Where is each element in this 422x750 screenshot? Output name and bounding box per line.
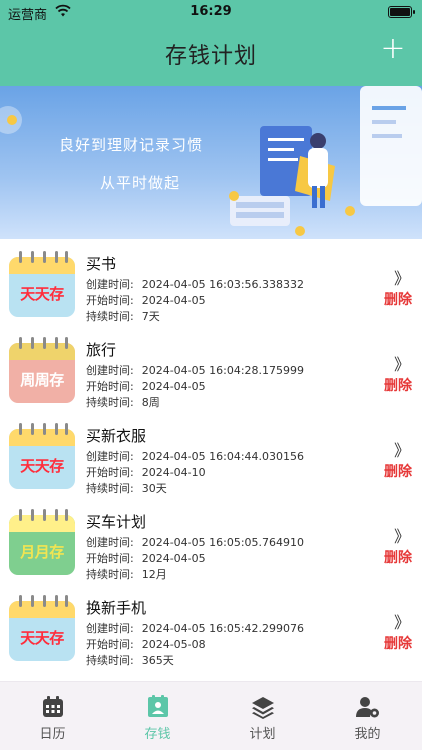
clock-label: 16:29 [190,4,232,19]
calendar-badge-icon: 天天存 [9,595,75,661]
delete-button[interactable]: 删除 [384,547,412,567]
tab-profile[interactable]: 我的 [315,682,420,750]
plan-item[interactable]: 天天存 买书 创建时间: 2024-04-05 16:03:56.338332 开… [0,245,422,331]
plan-type-label: 天天存 [20,629,64,647]
tab-savings[interactable]: 存钱 [105,682,210,750]
duration: 持续时间: 365天 [86,654,174,667]
calendar-icon [43,696,63,717]
delete-button[interactable]: 删除 [384,375,412,395]
plan-item[interactable]: 天天存 买新衣服 创建时间: 2024-04-05 16:04:44.030156… [0,417,422,503]
chevron-right-icon[interactable]: 》 [394,265,410,289]
tab-label: 我的 [354,727,381,742]
duration: 持续时间: 12月 [86,568,167,581]
created-time: 创建时间: 2024-04-05 16:04:28.175999 [86,364,305,377]
plan-name: 买书 [86,255,117,273]
created-time: 创建时间: 2024-04-05 16:03:56.338332 [86,278,305,291]
delete-button[interactable]: 删除 [384,461,412,481]
start-time: 开始时间: 2024-04-05 [86,294,206,307]
plan-name: 换新手机 [86,599,147,617]
battery-icon [388,6,415,18]
promo-banner: 良好到理财记录习惯 从平时做起 [0,86,422,239]
chevron-right-icon[interactable]: 》 [394,609,410,633]
add-plan-button[interactable]: + [380,34,406,64]
banner-slogan-1: 良好到理财记录习惯 [59,136,204,154]
calendar-badge-icon: 天天存 [9,251,75,317]
tab-label: 存钱 [144,727,171,742]
banner-illustration [0,86,422,236]
plan-name: 买新衣服 [86,427,147,445]
start-time: 开始时间: 2024-05-08 [86,638,206,651]
savings-icon [148,695,168,717]
chevron-right-icon[interactable]: 》 [394,523,410,547]
chevron-right-icon[interactable]: 》 [394,351,410,375]
plan-type-label: 周周存 [20,371,64,389]
delete-button[interactable]: 删除 [384,289,412,309]
duration: 持续时间: 7天 [86,310,160,323]
plan-name: 买车计划 [86,513,147,531]
user-settings-icon [356,697,379,718]
duration: 持续时间: 8周 [86,396,160,409]
plan-type-label: 月月存 [20,543,64,561]
page-title: 存钱计划 [164,44,257,69]
start-time: 开始时间: 2024-04-10 [86,466,206,479]
layers-icon [252,697,274,719]
chevron-right-icon[interactable]: 》 [394,437,410,461]
tab-label: 计划 [249,727,276,742]
start-time: 开始时间: 2024-04-05 [86,552,206,565]
plan-item[interactable]: 天天存 换新手机 创建时间: 2024-04-05 16:05:42.299076… [0,589,422,675]
plan-name: 旅行 [86,341,117,359]
tab-calendar[interactable]: 日历 [0,682,105,750]
calendar-badge-icon: 周周存 [9,337,75,403]
banner-slogan-2: 从平时做起 [100,174,181,192]
calendar-badge-icon: 月月存 [9,509,75,575]
bottom-tab-bar: 日历 存钱 计划 我的 [0,681,422,750]
plan-item[interactable]: 月月存 买车计划 创建时间: 2024-04-05 16:05:05.764910… [0,503,422,589]
tab-label: 日历 [39,727,66,742]
tab-plans[interactable]: 计划 [210,682,315,750]
plan-type-label: 天天存 [20,285,64,303]
top-bar: 运营商 16:29 存钱计划 + [0,0,422,86]
duration: 持续时间: 30天 [86,482,167,495]
start-time: 开始时间: 2024-04-05 [86,380,206,393]
created-time: 创建时间: 2024-04-05 16:04:44.030156 [86,450,305,463]
calendar-badge-icon: 天天存 [9,423,75,489]
plan-item[interactable]: 周周存 旅行 创建时间: 2024-04-05 16:04:28.175999 开… [0,331,422,417]
created-time: 创建时间: 2024-04-05 16:05:42.299076 [86,622,305,635]
plan-list[interactable]: 天天存 买书 创建时间: 2024-04-05 16:03:56.338332 开… [0,239,422,681]
delete-button[interactable]: 删除 [384,633,412,653]
status-bar: 运营商 16:29 [0,0,422,26]
created-time: 创建时间: 2024-04-05 16:05:05.764910 [86,536,305,549]
plan-type-label: 天天存 [20,457,64,475]
